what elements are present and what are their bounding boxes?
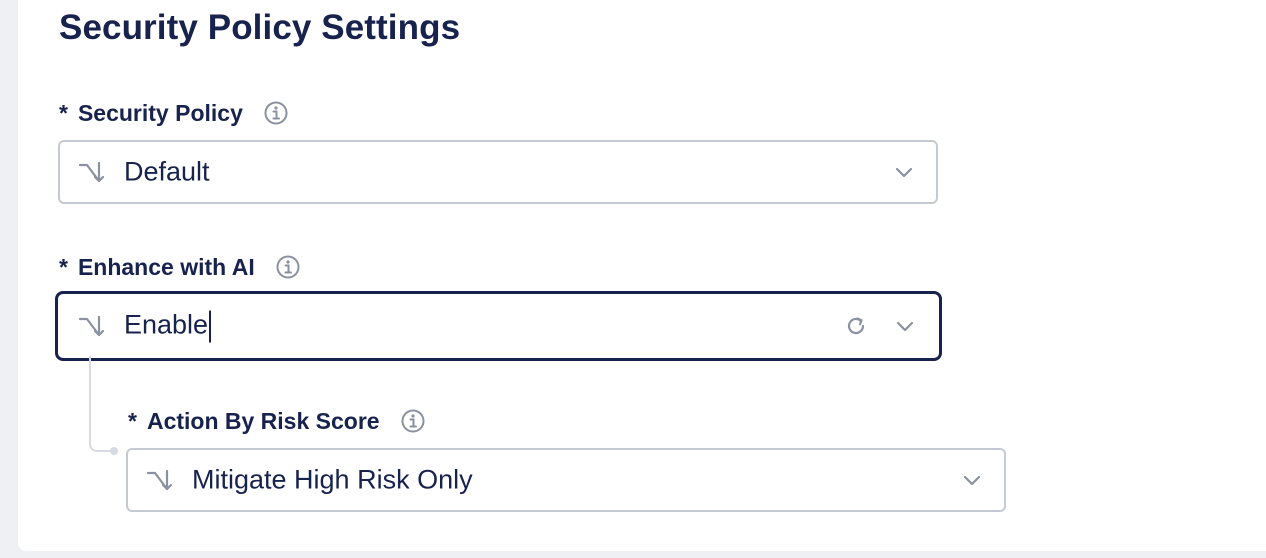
enhance-ai-label: * Enhance with AI [59,252,301,282]
required-mark: * [128,407,137,434]
action-risk-select[interactable]: Mitigate High Risk Only [126,448,1006,512]
enhance-ai-select[interactable]: Enable [55,291,942,361]
refresh-icon[interactable] [845,315,867,337]
text-cursor [209,310,212,343]
split-arrow-icon [146,465,176,495]
required-mark: * [59,99,68,126]
info-icon[interactable] [275,254,301,280]
split-arrow-icon [78,157,108,187]
page-title: Security Policy Settings [59,8,461,47]
enhance-ai-input[interactable]: Enable [124,309,212,343]
security-policy-label: * Security Policy [59,98,289,128]
security-policy-label-text: Security Policy [77,99,243,126]
connector-dot [110,447,118,455]
action-risk-label-text: Action By Risk Score [146,407,380,434]
tree-connector [89,356,113,452]
chevron-down-icon[interactable] [895,316,915,336]
required-mark: * [59,253,68,280]
security-policy-value: Default [124,156,210,187]
split-arrow-icon [78,311,108,341]
enhance-ai-value: Enable [124,309,209,340]
chevron-down-icon[interactable] [894,162,914,182]
info-icon[interactable] [400,408,426,434]
action-risk-value: Mitigate High Risk Only [192,464,473,495]
security-policy-select[interactable]: Default [58,140,938,204]
chevron-down-icon[interactable] [962,470,982,490]
info-icon[interactable] [263,100,289,126]
enhance-ai-label-text: Enhance with AI [77,253,255,280]
action-risk-label: * Action By Risk Score [128,406,426,436]
